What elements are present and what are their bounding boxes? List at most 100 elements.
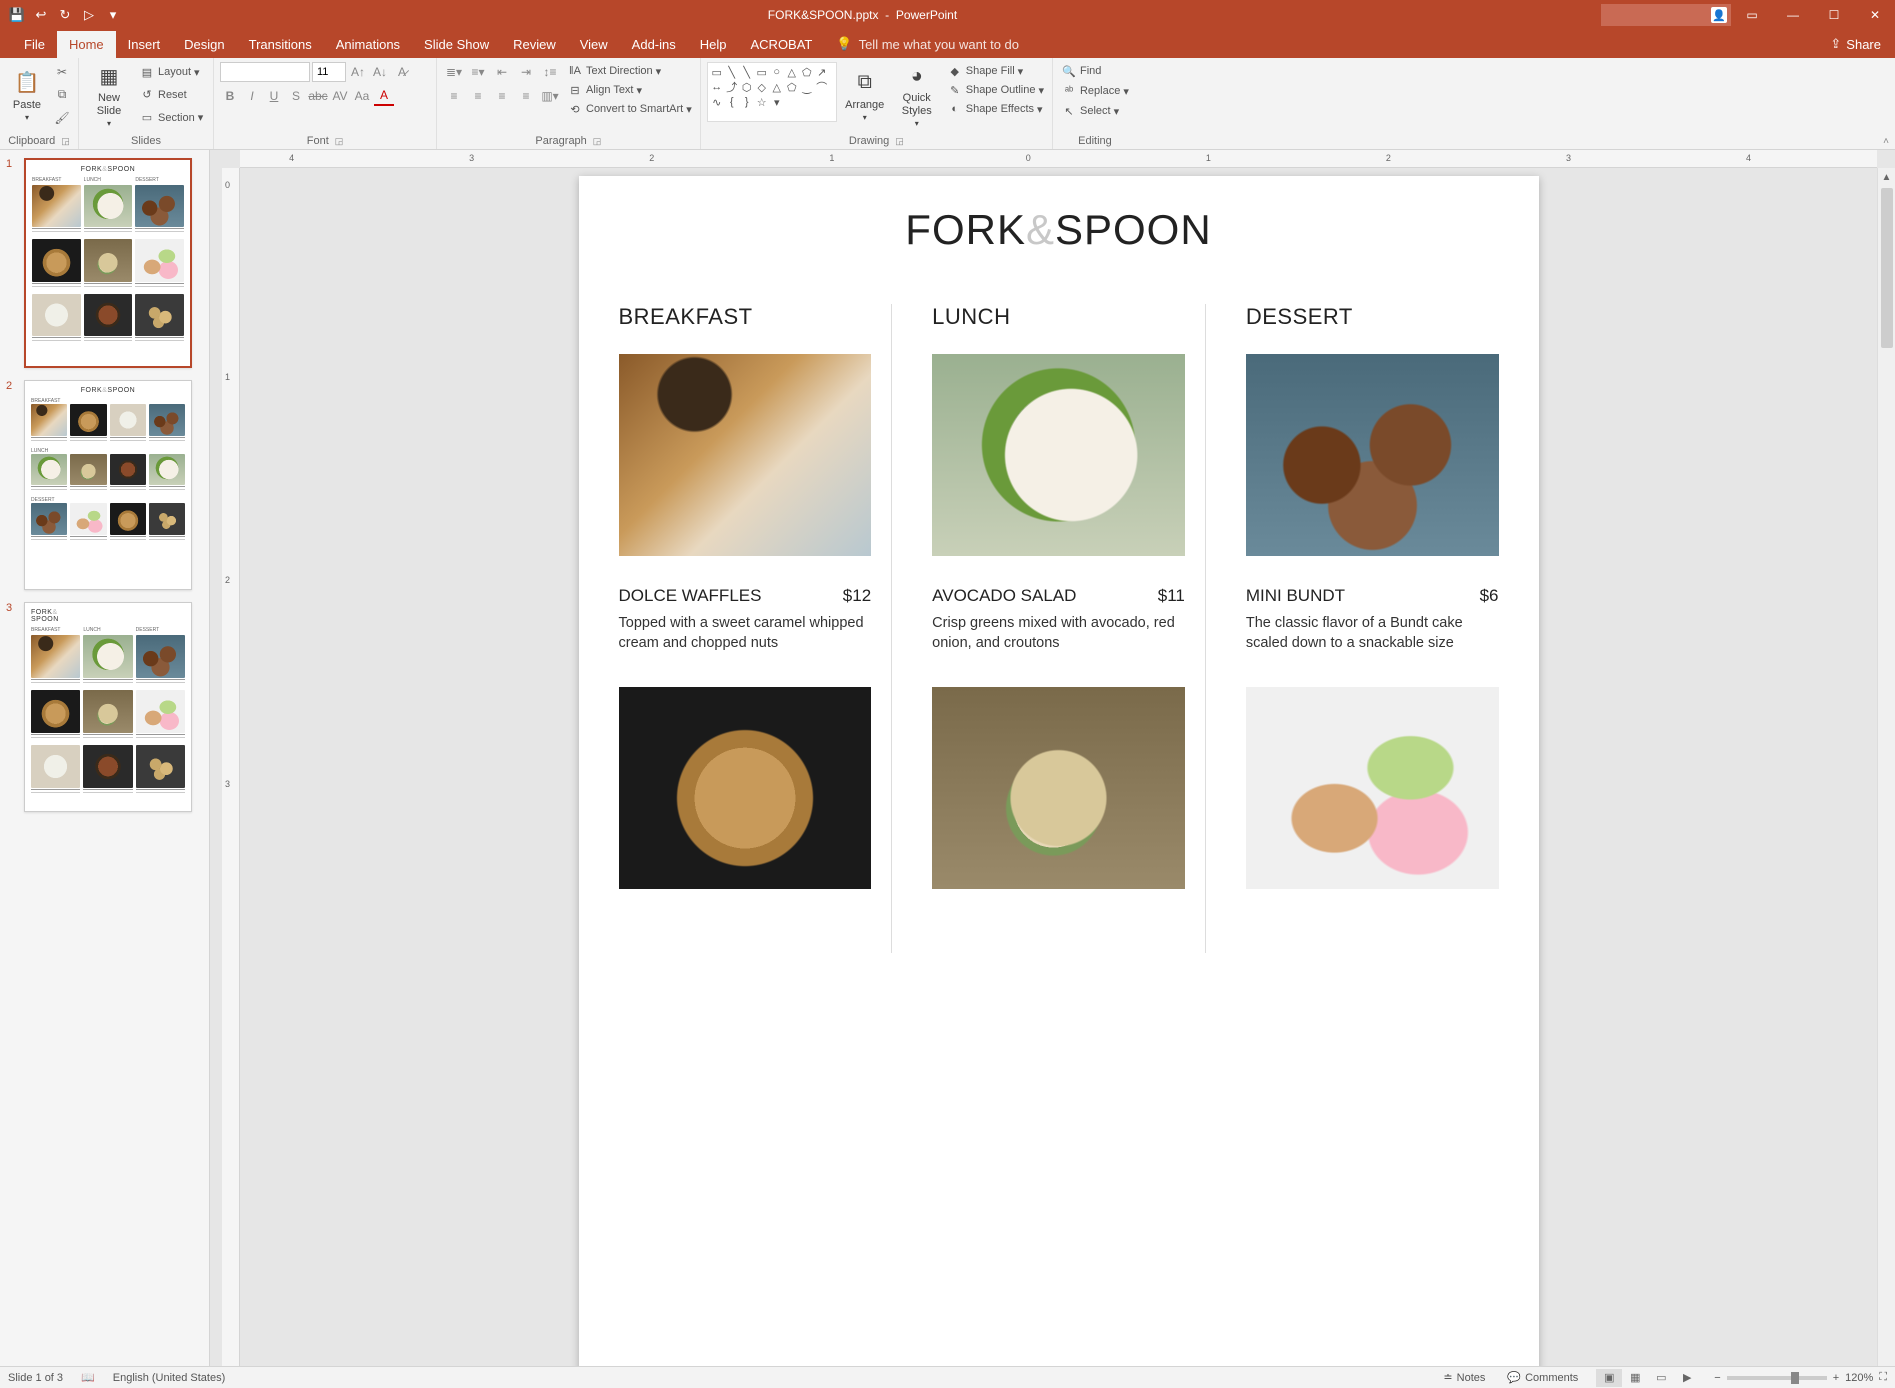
replace-button[interactable]: ᵃᵇReplace ▾ <box>1059 82 1131 100</box>
ribbon-display-options-icon[interactable]: ▭ <box>1732 0 1772 30</box>
notes-button[interactable]: ≐ Notes <box>1439 1371 1489 1384</box>
select-button[interactable]: ↖Select ▾ <box>1059 102 1131 120</box>
tell-me-search[interactable]: 💡 Tell me what you want to do <box>824 30 1031 58</box>
slide-thumbnail-3[interactable]: FORK&SPOON BREAKFASTLUNCHDESSERT <box>24 602 192 812</box>
new-slide-button[interactable]: ▦ New Slide▾ <box>85 62 133 128</box>
align-left-icon[interactable]: ≡ <box>443 86 465 106</box>
dish-image-pancakes[interactable] <box>619 687 872 889</box>
tab-design[interactable]: Design <box>172 31 236 58</box>
dish-image-sandwich[interactable] <box>932 687 1185 889</box>
section-heading[interactable]: DESSERT <box>1246 304 1499 330</box>
increase-indent-icon[interactable]: ⇥ <box>515 62 537 82</box>
grow-font-icon[interactable]: A↑ <box>348 62 368 82</box>
zoom-percent[interactable]: 120% <box>1845 1372 1873 1384</box>
align-center-icon[interactable]: ≡ <box>467 86 489 106</box>
tab-review[interactable]: Review <box>501 31 568 58</box>
undo-icon[interactable]: ↩ <box>30 4 52 26</box>
tab-animations[interactable]: Animations <box>324 31 412 58</box>
qat-customize-icon[interactable]: ▾ <box>102 4 124 26</box>
tab-home[interactable]: Home <box>57 31 116 58</box>
shrink-font-icon[interactable]: A↓ <box>370 62 390 82</box>
horizontal-ruler[interactable]: 4 3 2 1 0 1 2 3 4 <box>240 150 1877 168</box>
zoom-in-icon[interactable]: + <box>1833 1372 1839 1384</box>
menu-column-lunch[interactable]: LUNCH AVOCADO SALAD$11 Crisp greens mixe… <box>891 304 1185 953</box>
underline-icon[interactable]: U <box>264 86 284 106</box>
slide-title[interactable]: FORK&SPOON <box>619 206 1499 254</box>
normal-view-icon[interactable]: ▣ <box>1596 1369 1622 1387</box>
close-button[interactable]: ✕ <box>1855 0 1895 30</box>
text-direction-button[interactable]: ‖AText Direction ▾ <box>565 62 694 80</box>
char-spacing-icon[interactable]: AV <box>330 86 350 106</box>
font-dialog-launcher[interactable]: ◲ <box>335 136 344 147</box>
copy-icon[interactable]: ⧉ <box>52 86 72 104</box>
find-button[interactable]: 🔍Find <box>1059 62 1131 80</box>
file-tab[interactable]: File <box>12 31 57 58</box>
shadow-icon[interactable]: S <box>286 86 306 106</box>
arrange-button[interactable]: ⧉ Arrange▾ <box>841 62 889 128</box>
tab-transitions[interactable]: Transitions <box>237 31 324 58</box>
shape-effects-button[interactable]: ◐Shape Effects ▾ <box>945 100 1046 118</box>
scrollbar-thumb[interactable] <box>1881 188 1893 348</box>
zoom-slider[interactable] <box>1727 1376 1827 1380</box>
section-heading[interactable]: BREAKFAST <box>619 304 872 330</box>
tab-help[interactable]: Help <box>688 31 739 58</box>
slide-sorter-view-icon[interactable]: ▦ <box>1622 1369 1648 1387</box>
dish-image-macarons[interactable] <box>1246 687 1499 889</box>
slide-counter[interactable]: Slide 1 of 3 <box>8 1372 63 1384</box>
dish-price[interactable]: $6 <box>1480 586 1499 606</box>
comments-button[interactable]: 💬 Comments <box>1503 1371 1582 1384</box>
share-button[interactable]: ⇪ Share <box>1816 30 1895 58</box>
scroll-up-icon[interactable]: ▲ <box>1878 168 1895 186</box>
format-painter-icon[interactable]: 🖌 <box>52 109 72 127</box>
tab-acrobat[interactable]: ACROBAT <box>739 31 825 58</box>
bold-icon[interactable]: B <box>220 86 240 106</box>
dish-image-salad[interactable] <box>932 354 1185 556</box>
dish-price[interactable]: $11 <box>1158 586 1185 606</box>
slide-thumbnails-pane[interactable]: 1 FORK&SPOON BREAKFASTLUNCHDESSERT 2 <box>0 150 210 1366</box>
collapse-ribbon-icon[interactable]: ˄ <box>1883 136 1889 147</box>
decrease-indent-icon[interactable]: ⇤ <box>491 62 513 82</box>
shape-outline-button[interactable]: ✎Shape Outline ▾ <box>945 81 1046 99</box>
tab-insert[interactable]: Insert <box>116 31 173 58</box>
vertical-scrollbar[interactable]: ▲ ▼ ⭱ ⭳ <box>1877 168 1895 1366</box>
user-account[interactable]: 👤 <box>1601 4 1731 26</box>
cut-icon[interactable]: ✂ <box>52 63 72 81</box>
fit-to-window-icon[interactable]: ⛶ <box>1879 1371 1887 1384</box>
section-heading[interactable]: LUNCH <box>932 304 1185 330</box>
layout-button[interactable]: ▤Layout ▾ <box>137 63 207 81</box>
zoom-out-icon[interactable]: − <box>1714 1372 1720 1384</box>
columns-icon[interactable]: ▥▾ <box>539 86 561 106</box>
smartart-button[interactable]: ⟲Convert to SmartArt ▾ <box>565 100 694 118</box>
italic-icon[interactable]: I <box>242 86 262 106</box>
redo-icon[interactable]: ↻ <box>54 4 76 26</box>
slide-thumbnail-2[interactable]: FORK&SPOON BREAKFAST LUNCH DESSERT <box>24 380 192 590</box>
reset-button[interactable]: ↺Reset <box>137 86 207 104</box>
dish-image-bundt[interactable] <box>1246 354 1499 556</box>
shapes-gallery[interactable]: ▭╲╲▭○△⬠ ↗↔⤴⬡◇△⬠ ‿⌒∿{}☆▾ <box>707 62 837 122</box>
dish-description[interactable]: The classic flavor of a Bundt cake scale… <box>1246 614 1499 653</box>
save-icon[interactable]: 💾 <box>6 4 28 26</box>
slide-canvas[interactable]: FORK&SPOON BREAKFAST DOLCE WAFFLES$12 To… <box>579 176 1539 1366</box>
clipboard-dialog-launcher[interactable]: ◲ <box>61 136 70 147</box>
minimize-button[interactable]: — <box>1773 0 1813 30</box>
vertical-ruler[interactable]: 0 1 2 3 <box>222 168 240 1366</box>
change-case-icon[interactable]: Aa <box>352 86 372 106</box>
justify-icon[interactable]: ≡ <box>515 86 537 106</box>
start-from-beginning-icon[interactable]: ▷ <box>78 4 100 26</box>
slide-editor[interactable]: 4 3 2 1 0 1 2 3 4 0 1 2 3 FORK&SPOON <box>210 150 1895 1366</box>
slide-thumbnail-1[interactable]: FORK&SPOON BREAKFASTLUNCHDESSERT <box>24 158 192 368</box>
language-indicator[interactable]: English (United States) <box>113 1372 226 1384</box>
dish-description[interactable]: Topped with a sweet caramel whipped crea… <box>619 614 872 653</box>
dish-name[interactable]: MINI BUNDT <box>1246 586 1345 606</box>
tab-view[interactable]: View <box>568 31 620 58</box>
align-right-icon[interactable]: ≡ <box>491 86 513 106</box>
reading-view-icon[interactable]: ▭ <box>1648 1369 1674 1387</box>
quick-styles-button[interactable]: ◕ Quick Styles▾ <box>893 62 941 128</box>
dish-name[interactable]: AVOCADO SALAD <box>932 586 1076 606</box>
dish-price[interactable]: $12 <box>843 586 871 606</box>
bullets-icon[interactable]: ≣▾ <box>443 62 465 82</box>
drawing-dialog-launcher[interactable]: ◲ <box>895 136 904 147</box>
paste-button[interactable]: 📋 Paste▾ <box>6 62 48 128</box>
maximize-button[interactable]: ☐ <box>1814 0 1854 30</box>
menu-column-dessert[interactable]: DESSERT MINI BUNDT $6 The classic flavor … <box>1205 304 1499 953</box>
